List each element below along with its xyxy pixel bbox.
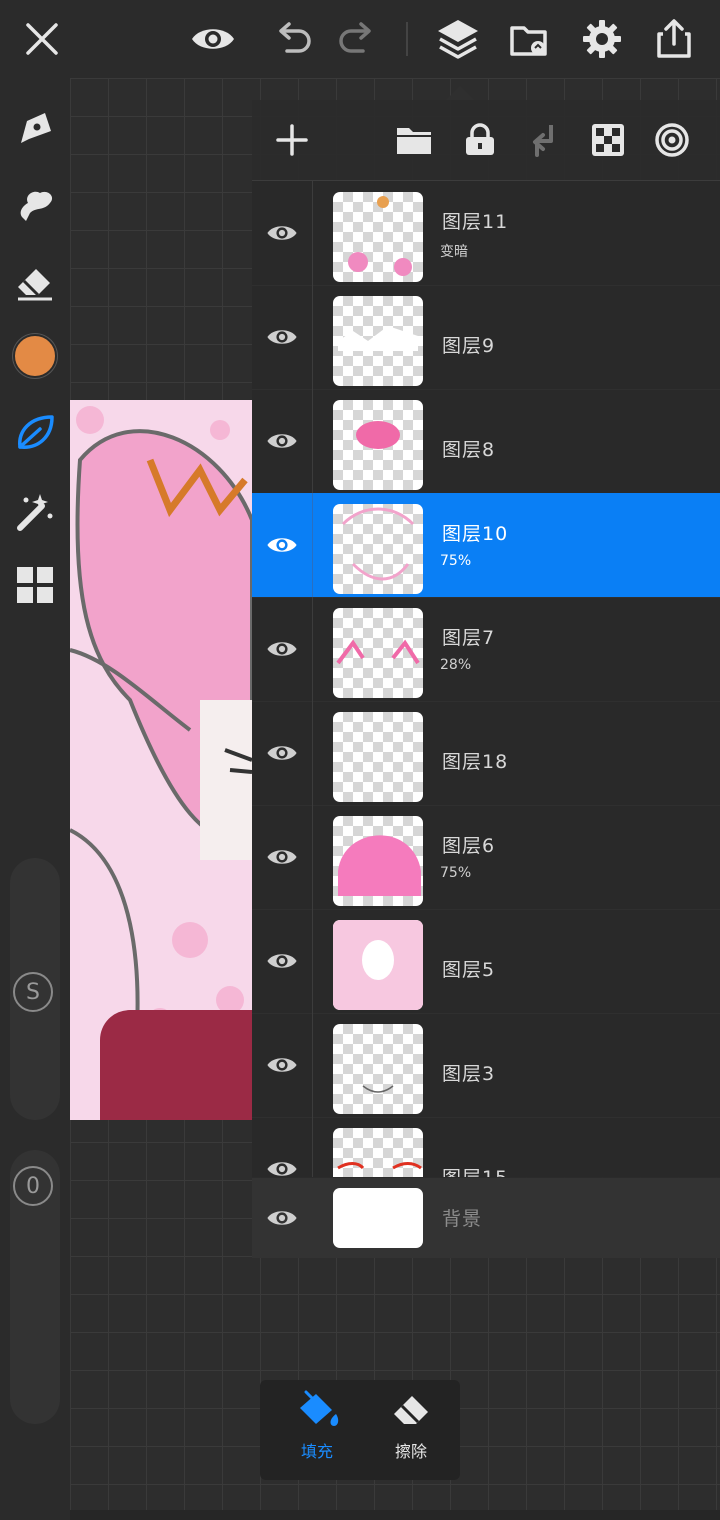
layer-visibility-eye-icon[interactable] xyxy=(252,597,313,701)
undo-icon[interactable] xyxy=(268,14,318,64)
layer-thumbnail xyxy=(333,1024,423,1114)
layer-name: 图层9 xyxy=(442,335,496,357)
transparency-icon[interactable] xyxy=(586,118,630,162)
paint-bucket-icon xyxy=(300,1390,339,1426)
layer-row[interactable]: 图层7 28% xyxy=(252,597,720,702)
bottom-strip xyxy=(70,1510,720,1520)
layer-row[interactable]: 图层3 xyxy=(252,1013,720,1118)
layer-thumbnail xyxy=(333,608,423,698)
layer-thumbnail xyxy=(333,504,423,594)
layer-name: 图层3 xyxy=(442,1063,496,1085)
active-color-circle xyxy=(13,334,57,378)
layer-thumbnail xyxy=(333,1128,423,1177)
fill-label: 填充 xyxy=(300,1442,333,1461)
top-toolbar xyxy=(0,0,720,78)
layer-thumbnail xyxy=(333,192,423,282)
layers-panel: 图层11 变暗图层9 图层8 图层10 75% 图层7 28% 图层18 图层6 75% 图层5 图层… xyxy=(252,100,720,1258)
layer-name: 图层6 xyxy=(442,835,496,857)
layer-visibility-eye-icon[interactable] xyxy=(252,1178,312,1258)
folder-icon[interactable] xyxy=(392,118,436,162)
layer-name: 图层10 xyxy=(442,523,509,545)
layer-row[interactable]: 图层10 75% xyxy=(252,493,720,598)
share-icon[interactable] xyxy=(649,14,699,64)
layer-row[interactable]: 图层5 xyxy=(252,909,720,1014)
layer-name: 图层15 xyxy=(442,1163,508,1177)
background-layer-name: 背景 xyxy=(442,1208,483,1230)
eye-icon[interactable] xyxy=(188,14,238,64)
layer-row[interactable]: 图层9 xyxy=(252,285,720,390)
layer-thumbnail xyxy=(333,816,423,906)
erase-icon xyxy=(394,1396,428,1424)
layer-visibility-eye-icon[interactable] xyxy=(252,285,313,389)
layer-thumbnail xyxy=(333,712,423,802)
layer-thumbnail xyxy=(333,400,423,490)
grid-icon[interactable] xyxy=(10,560,60,610)
layers-icon[interactable] xyxy=(433,14,483,64)
fill-erase-panel: 填充 擦除 xyxy=(260,1380,460,1480)
redo-icon[interactable] xyxy=(332,14,382,64)
layers-toolbar xyxy=(252,100,720,181)
layer-name: 图层7 xyxy=(442,627,496,649)
layer-row[interactable]: 图层18 xyxy=(252,701,720,806)
artwork-canvas[interactable] xyxy=(70,400,252,1120)
layer-blend-info: 变暗 xyxy=(440,244,468,260)
erase-label: 擦除 xyxy=(394,1442,427,1461)
merge-down-icon[interactable] xyxy=(522,118,566,162)
magic-wand-icon[interactable] xyxy=(10,486,60,536)
background-layer-thumbnail xyxy=(333,1188,423,1248)
artwork-red-region xyxy=(100,1010,252,1120)
layer-visibility-eye-icon[interactable] xyxy=(252,389,313,493)
settings-icon[interactable] xyxy=(577,14,627,64)
add-icon[interactable] xyxy=(270,118,314,162)
clip-icon[interactable] xyxy=(650,118,694,162)
close-icon[interactable] xyxy=(17,14,67,64)
pen-icon[interactable] xyxy=(10,104,60,154)
fill-leaf-icon[interactable] xyxy=(10,408,60,458)
layer-row[interactable]: 图层11 变暗 xyxy=(252,181,720,286)
toolbar-divider xyxy=(406,22,408,56)
layer-thumbnail xyxy=(333,296,423,386)
layer-visibility-eye-icon[interactable] xyxy=(252,701,313,805)
size-slider-knob[interactable]: S xyxy=(13,972,53,1012)
layer-blend-info: 28% xyxy=(440,657,472,673)
layer-name: 图层8 xyxy=(442,439,496,461)
smudge-icon[interactable] xyxy=(10,180,60,230)
opacity-slider-knob[interactable]: 0 xyxy=(13,1166,53,1206)
size-slider-label: S xyxy=(26,979,40,1005)
eraser-icon[interactable] xyxy=(10,258,60,308)
background-layer-row[interactable]: 背景 xyxy=(252,1178,720,1258)
color-swatch[interactable] xyxy=(10,331,60,381)
layer-visibility-eye-icon[interactable] xyxy=(252,493,313,597)
layer-blend-info: 75% xyxy=(440,865,472,881)
opacity-slider-label: 0 xyxy=(26,1173,40,1199)
layer-visibility-eye-icon[interactable] xyxy=(252,181,313,285)
lock-icon[interactable] xyxy=(458,118,502,162)
left-toolbar: S 0 xyxy=(0,78,70,1520)
layer-list[interactable]: 图层11 变暗图层9 图层8 图层10 75% 图层7 28% 图层18 图层6 75% 图层5 图层… xyxy=(252,181,720,1177)
layer-name: 图层5 xyxy=(442,959,496,981)
erase-button[interactable]: 擦除 xyxy=(376,1390,446,1470)
layer-visibility-eye-icon[interactable] xyxy=(252,1117,313,1177)
layer-name: 图层11 xyxy=(442,211,509,233)
import-icon[interactable] xyxy=(505,14,555,64)
layer-visibility-eye-icon[interactable] xyxy=(252,1013,313,1117)
layer-row[interactable]: 图层6 75% xyxy=(252,805,720,910)
layer-row[interactable]: 图层8 xyxy=(252,389,720,494)
fill-button[interactable]: 填充 xyxy=(282,1390,352,1470)
layer-blend-info: 75% xyxy=(440,553,472,569)
panel-caret xyxy=(446,86,474,100)
layer-name: 图层18 xyxy=(442,751,509,773)
layer-visibility-eye-icon[interactable] xyxy=(252,909,313,1013)
layer-row[interactable]: 图层15 xyxy=(252,1117,720,1177)
layer-visibility-eye-icon[interactable] xyxy=(252,805,313,909)
layer-thumbnail xyxy=(333,920,423,1010)
